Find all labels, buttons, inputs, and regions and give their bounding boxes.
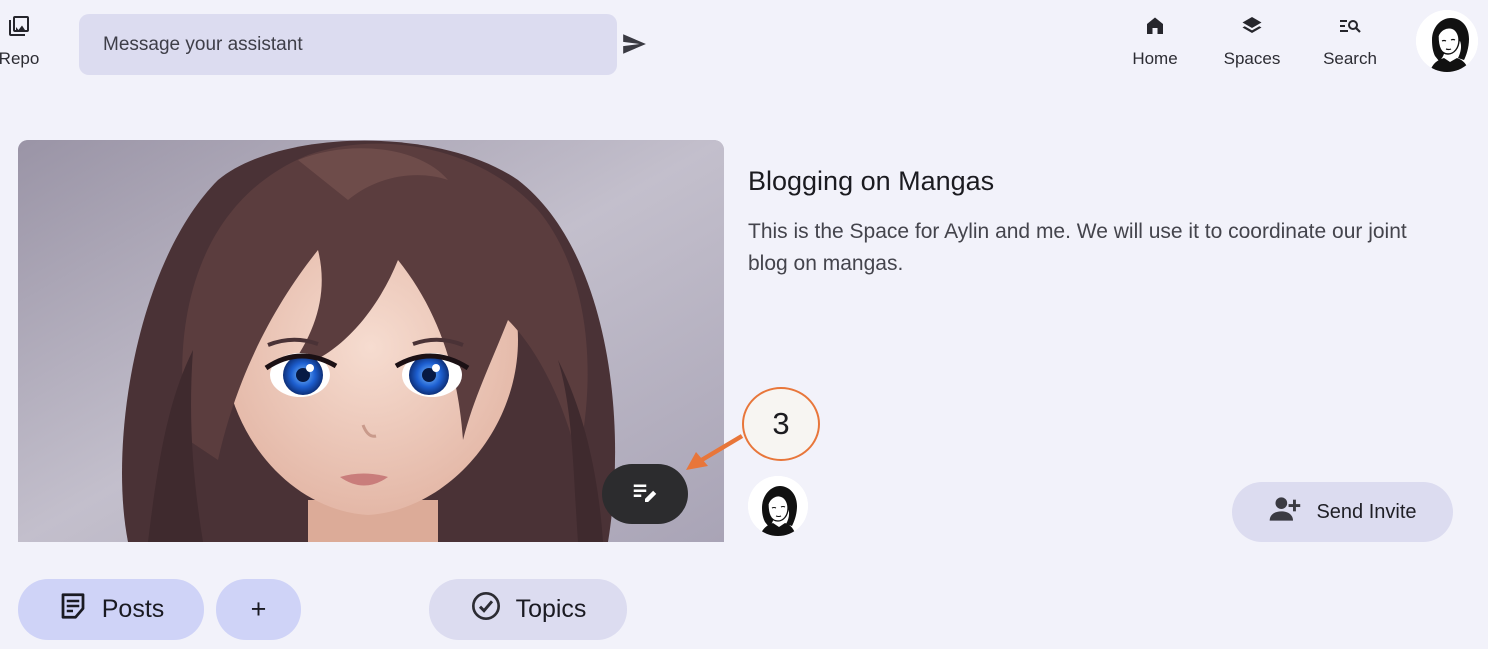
- send-invite-button[interactable]: Send Invite: [1232, 482, 1453, 542]
- edit-note-icon: [630, 477, 660, 512]
- add-label: +: [250, 594, 267, 624]
- step-marker: 3: [742, 387, 820, 461]
- member-avatar[interactable]: [748, 476, 808, 536]
- manage-search-icon: [1338, 14, 1362, 43]
- nav-search[interactable]: Search: [1310, 14, 1390, 74]
- space-description: This is the Space for Aylin and me. We w…: [748, 220, 1407, 275]
- nav-spaces[interactable]: Spaces: [1212, 14, 1292, 74]
- nav-home-label: Home: [1132, 49, 1178, 68]
- tab-posts[interactable]: Posts: [18, 579, 204, 640]
- user-avatar[interactable]: [1416, 10, 1478, 72]
- nav-repo-label: Repo: [0, 49, 40, 68]
- nav-repo[interactable]: Repo: [0, 14, 42, 74]
- tab-topics[interactable]: Topics: [429, 579, 627, 640]
- tab-posts-label: Posts: [101, 595, 165, 623]
- check-circle-icon: [470, 590, 502, 629]
- message-input[interactable]: [79, 14, 617, 75]
- space-title: Blogging on Mangas: [748, 166, 995, 196]
- tab-topics-label: Topics: [515, 595, 587, 623]
- nav-search-label: Search: [1323, 49, 1377, 68]
- photo-library-icon: [7, 14, 31, 43]
- nav-home[interactable]: Home: [1115, 14, 1195, 74]
- add-post-button[interactable]: +: [216, 579, 301, 640]
- sticky-note-icon: [58, 591, 88, 628]
- step-arrow: [682, 430, 748, 474]
- home-icon: [1143, 14, 1167, 43]
- send-button[interactable]: [619, 31, 649, 61]
- edit-space-button[interactable]: [602, 464, 688, 524]
- layers-icon: [1240, 14, 1264, 43]
- person-add-icon: [1268, 495, 1304, 529]
- send-icon: [621, 31, 647, 62]
- send-invite-label: Send Invite: [1316, 500, 1417, 523]
- nav-spaces-label: Spaces: [1223, 49, 1281, 68]
